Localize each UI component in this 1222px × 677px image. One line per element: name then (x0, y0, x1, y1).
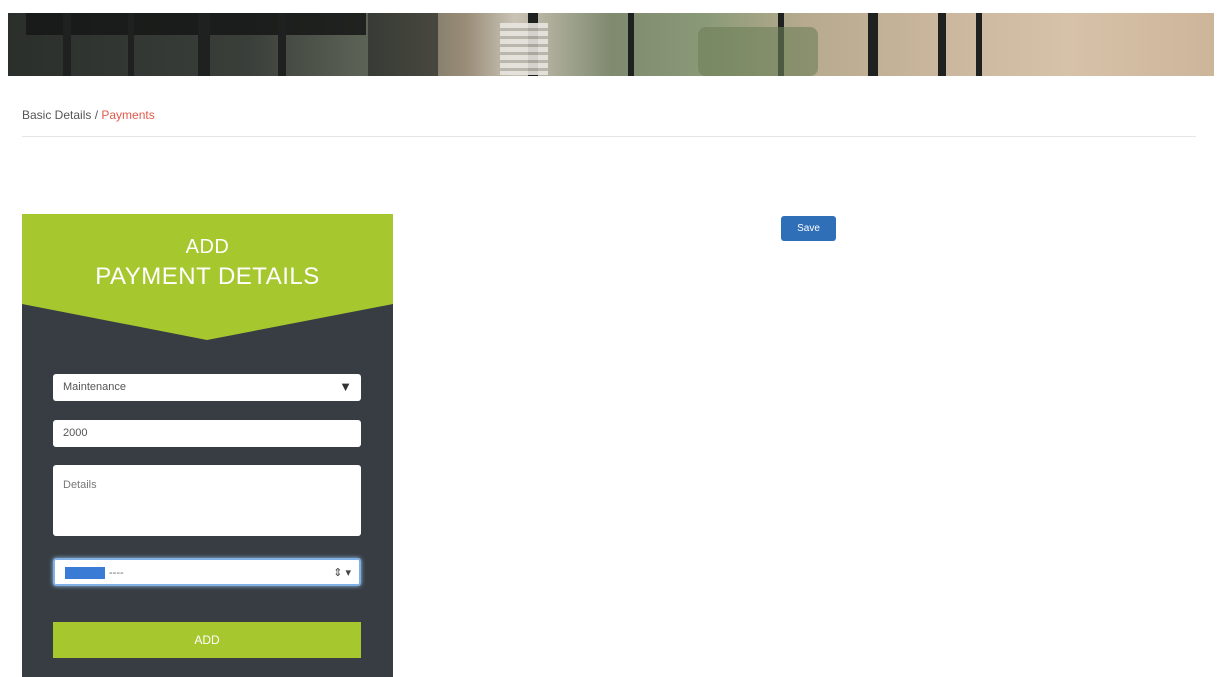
amount-value: 2000 (63, 427, 88, 439)
amount-input[interactable]: 2000 (53, 420, 361, 447)
breadcrumb-separator: / (91, 108, 102, 122)
dropdown-arrow-icon: ▼ (339, 379, 352, 394)
banner-window-frame (868, 13, 878, 76)
breadcrumb-current: Payments (101, 108, 155, 122)
payment-type-select[interactable]: Maintenance ▼ (53, 374, 361, 401)
save-button[interactable]: Save (781, 216, 836, 241)
banner-plant (698, 27, 818, 76)
banner-shadow (26, 13, 366, 35)
banner-window-frame (128, 13, 134, 76)
card-title: ADD PAYMENT DETAILS (22, 236, 393, 291)
banner-window-frame (628, 13, 634, 76)
add-button[interactable]: ADD (53, 622, 361, 658)
breadcrumb-divider (22, 136, 1196, 137)
date-input[interactable]: ---- ⇕ ▾ (53, 558, 361, 586)
details-textarea[interactable]: Details (53, 465, 361, 536)
card-header: ADD PAYMENT DETAILS (22, 214, 393, 340)
banner-window-frame (368, 13, 438, 76)
banner-window-frame (278, 13, 286, 76)
payment-type-value: Maintenance (63, 381, 126, 393)
payment-details-card: ADD PAYMENT DETAILS Maintenance ▼ 2000 D… (22, 214, 393, 677)
banner-window-frame (63, 13, 71, 76)
banner-window-frame (976, 13, 982, 76)
banner-stack-object (500, 23, 548, 75)
banner-window-frame (198, 13, 210, 76)
date-spinner-icon[interactable]: ⇕ ▾ (333, 566, 351, 579)
card-title-line2: PAYMENT DETAILS (95, 263, 320, 290)
breadcrumb: Basic Details / Payments (22, 108, 155, 122)
header-banner-image (8, 13, 1214, 76)
date-value-rest: ---- (109, 567, 124, 579)
card-title-line1: ADD (185, 236, 230, 258)
banner-window-frame (938, 13, 946, 76)
details-placeholder: Details (63, 479, 97, 491)
breadcrumb-parent[interactable]: Basic Details (22, 108, 91, 122)
date-selected-segment (65, 567, 105, 580)
